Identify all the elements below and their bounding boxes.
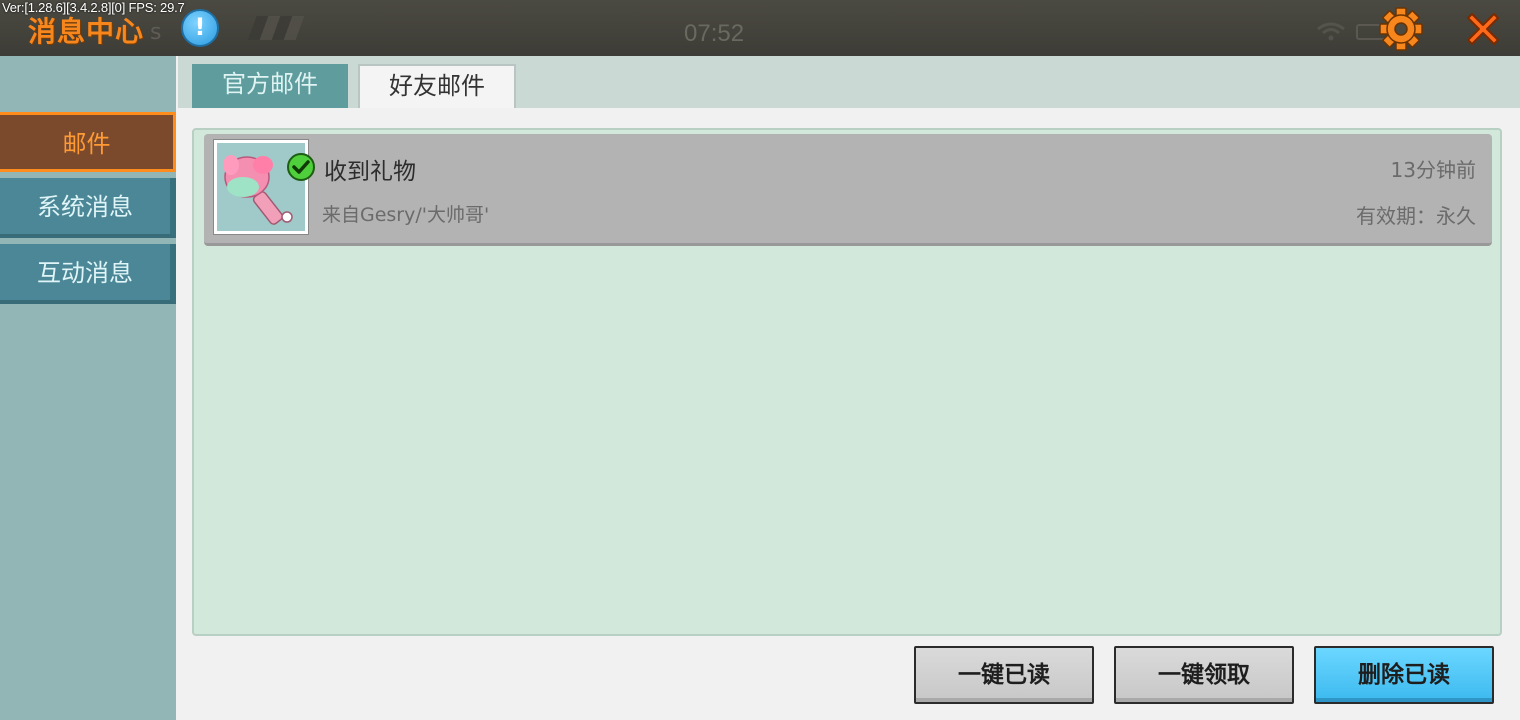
mail-list: 收到礼物 来自Gesry/'大帅哥' 13分钟前 有效期：永久 <box>192 128 1502 636</box>
tab-bar: 官方邮件 好友邮件 <box>178 56 1520 108</box>
background-status-text: s <box>150 20 162 45</box>
mail-sender: 来自Gesry/'大帅哥' <box>322 204 490 226</box>
tab-official-mail[interactable]: 官方邮件 <box>192 64 348 108</box>
mail-time: 13分钟前 <box>1390 158 1476 182</box>
tab-friend-mail[interactable]: 好友邮件 <box>358 64 516 108</box>
decorative-stripe <box>247 16 305 40</box>
sidebar-item-system-messages[interactable]: 系统消息 <box>0 178 176 238</box>
page-title: 消息中心 <box>28 15 145 48</box>
read-all-button[interactable]: 一键已读 <box>914 646 1094 704</box>
close-icon[interactable] <box>1460 6 1506 52</box>
mail-list-item[interactable]: 收到礼物 来自Gesry/'大帅哥' 13分钟前 有效期：永久 <box>204 134 1492 246</box>
sidebar-item-interaction-messages[interactable]: 互动消息 <box>0 244 176 304</box>
top-bar: 消息中心 s Ver:[1.28.6][3.4.2.8][0] FPS: 29.… <box>0 0 1520 56</box>
info-icon[interactable]: ! <box>181 9 219 47</box>
claim-all-button[interactable]: 一键领取 <box>1114 646 1294 704</box>
claimed-check-icon <box>287 153 315 181</box>
wifi-icon <box>1317 22 1345 41</box>
gear-icon[interactable] <box>1378 6 1424 52</box>
status-clock: 07:52 <box>684 20 745 47</box>
mail-expiry: 有效期：永久 <box>1356 204 1476 228</box>
mail-title: 收到礼物 <box>324 159 416 185</box>
sidebar: 邮件 系统消息 互动消息 <box>0 56 176 720</box>
version-fps-text: Ver:[1.28.6][3.4.2.8][0] FPS: 29.7 <box>2 0 185 15</box>
main-panel: 官方邮件 好友邮件 收到礼物 来自Gesry/'大帅哥' 13分钟前 有效期：永… <box>178 56 1520 720</box>
gift-item-icon <box>213 139 315 235</box>
delete-read-button[interactable]: 删除已读 <box>1314 646 1494 704</box>
sidebar-item-mail[interactable]: 邮件 <box>0 112 176 172</box>
